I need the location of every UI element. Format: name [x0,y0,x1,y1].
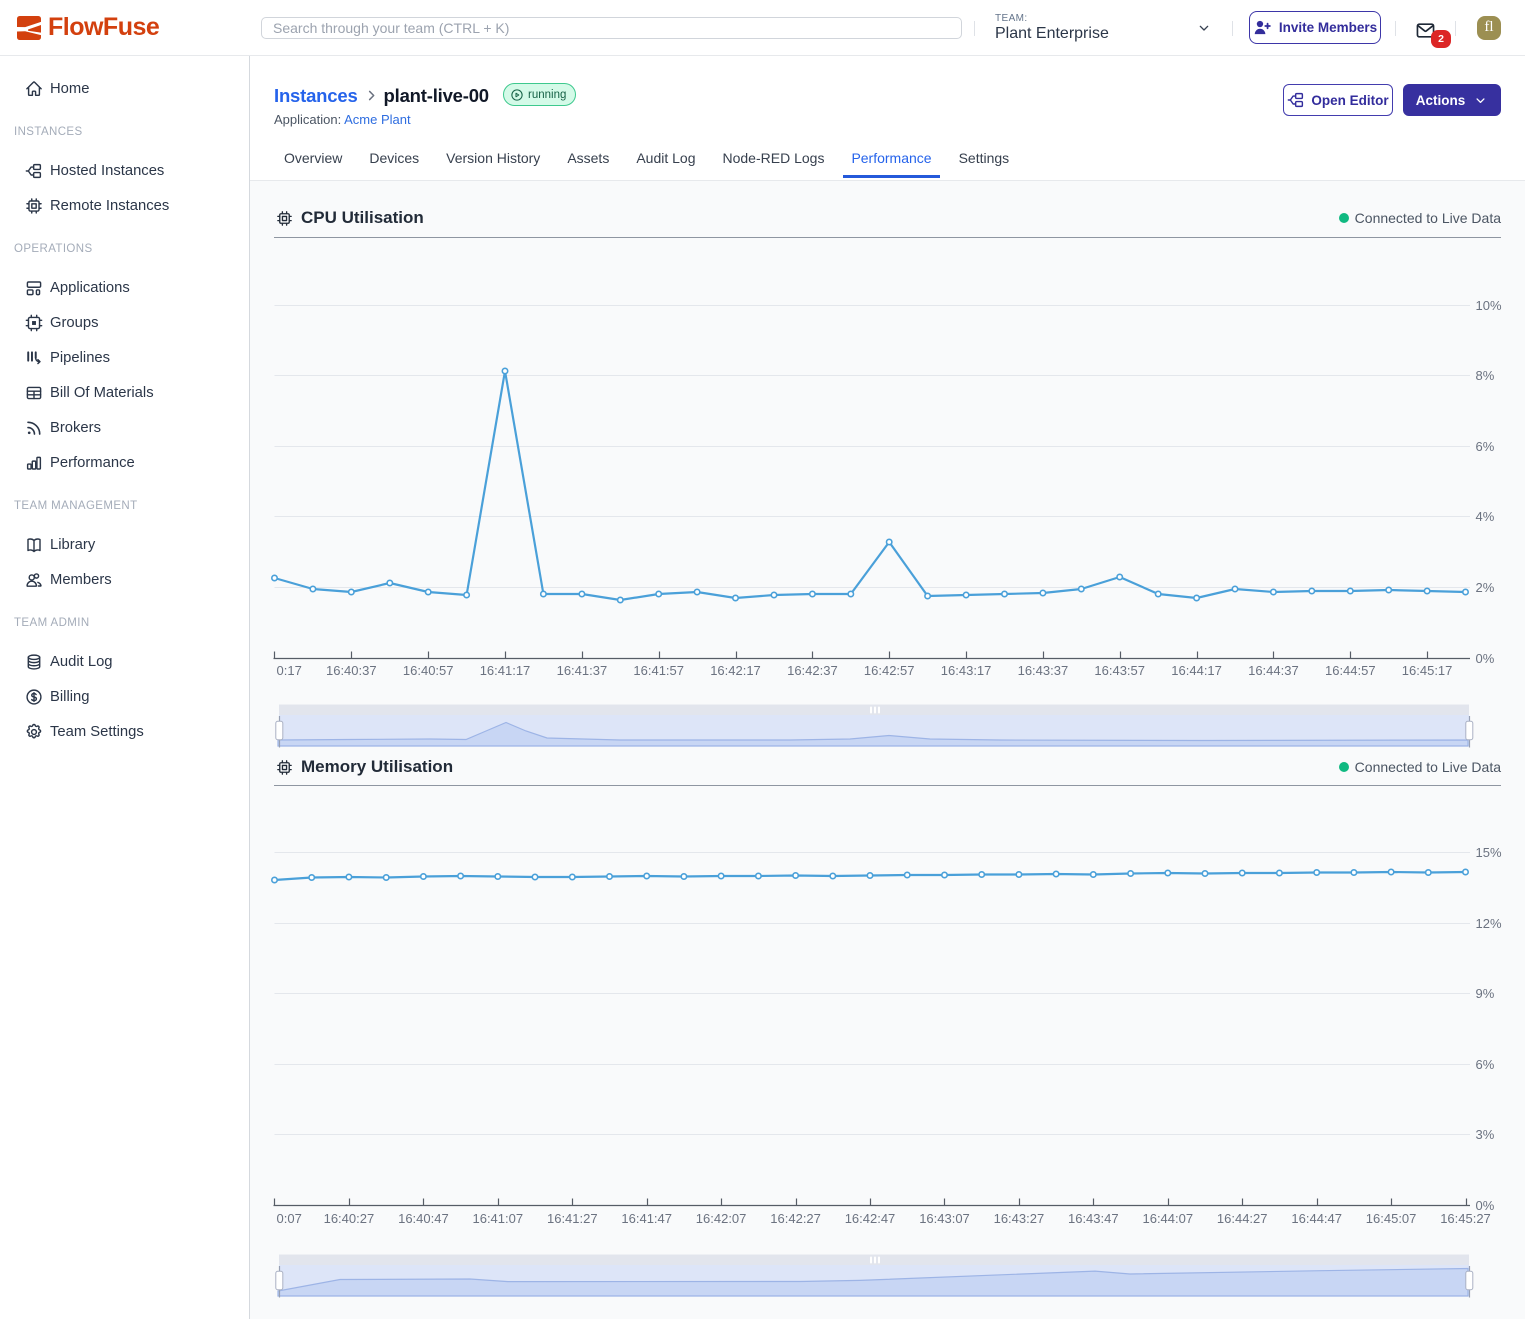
svg-text:12%: 12% [1476,916,1502,931]
svg-text:16:41:47: 16:41:47 [621,1211,672,1226]
svg-text:6%: 6% [1476,439,1495,454]
svg-text:6%: 6% [1476,1057,1495,1072]
svg-text:16:43:57: 16:43:57 [1094,663,1145,678]
svg-text:16:42:17: 16:42:17 [710,663,761,678]
svg-text:16:45:17: 16:45:17 [1402,663,1453,678]
svg-text:3%: 3% [1476,1127,1495,1142]
svg-text:16:43:27: 16:43:27 [994,1211,1045,1226]
svg-text:16:44:47: 16:44:47 [1291,1211,1342,1226]
svg-text:16:42:07: 16:42:07 [696,1211,747,1226]
svg-text:16:41:17: 16:41:17 [480,663,531,678]
svg-text:16:43:07: 16:43:07 [919,1211,970,1226]
svg-text:16:42:27: 16:42:27 [770,1211,821,1226]
svg-text:16:43:17: 16:43:17 [941,663,992,678]
svg-text:16:41:27: 16:41:27 [547,1211,598,1226]
svg-text:10%: 10% [1476,298,1502,313]
svg-text:4%: 4% [1476,509,1495,524]
svg-text:0:17: 0:17 [277,663,302,678]
svg-text:16:45:07: 16:45:07 [1366,1211,1417,1226]
svg-text:16:41:37: 16:41:37 [557,663,608,678]
svg-text:16:40:37: 16:40:37 [326,663,377,678]
svg-text:0%: 0% [1476,651,1495,666]
svg-text:16:41:57: 16:41:57 [633,663,684,678]
svg-text:16:44:57: 16:44:57 [1325,663,1376,678]
svg-text:0:07: 0:07 [277,1211,302,1226]
svg-text:16:44:27: 16:44:27 [1217,1211,1268,1226]
svg-text:8%: 8% [1476,368,1495,383]
svg-text:16:42:47: 16:42:47 [845,1211,896,1226]
svg-text:16:45:27: 16:45:27 [1440,1211,1491,1226]
svg-text:15%: 15% [1476,845,1502,860]
svg-text:16:44:07: 16:44:07 [1142,1211,1193,1226]
svg-text:16:40:57: 16:40:57 [403,663,454,678]
svg-text:16:44:17: 16:44:17 [1171,663,1222,678]
svg-text:16:43:37: 16:43:37 [1018,663,1069,678]
svg-text:16:42:37: 16:42:37 [787,663,838,678]
svg-text:16:41:07: 16:41:07 [472,1211,523,1226]
svg-text:16:40:47: 16:40:47 [398,1211,449,1226]
svg-text:2%: 2% [1476,580,1495,595]
svg-text:16:43:47: 16:43:47 [1068,1211,1119,1226]
svg-text:16:44:37: 16:44:37 [1248,663,1299,678]
svg-text:16:42:57: 16:42:57 [864,663,915,678]
svg-text:16:40:27: 16:40:27 [324,1211,375,1226]
svg-text:9%: 9% [1476,986,1495,1001]
